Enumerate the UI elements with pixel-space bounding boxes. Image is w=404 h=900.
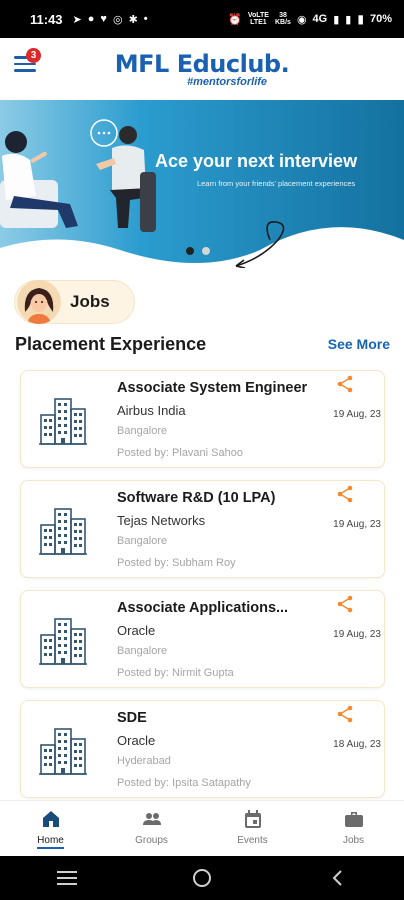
see-more-link[interactable]: See More xyxy=(328,336,390,352)
section-title: Placement Experience xyxy=(15,334,207,354)
card-location: Bangalore xyxy=(117,645,168,657)
signal-icon: ▮ xyxy=(333,13,340,26)
whatsapp-icon: ◎ xyxy=(112,13,123,26)
carousel-dot[interactable] xyxy=(202,247,210,255)
notification-icons: ➤ ● ♥ ◎ ✱ • xyxy=(73,13,148,26)
battery-icon: ▮ xyxy=(357,12,364,26)
placement-card[interactable]: Associate Applications... Oracle Bangalo… xyxy=(20,590,385,688)
settings-icon: ✱ xyxy=(128,13,138,26)
building-icon xyxy=(39,618,87,665)
nav-home-label: Home xyxy=(37,835,64,849)
volte-indicator: VoLTE LTE1 xyxy=(247,12,269,26)
card-company: Oracle xyxy=(117,623,156,638)
app-logo: MFL Educlub. #mentorsforlife xyxy=(0,50,404,88)
chat-bubble-icon: ● xyxy=(87,13,95,25)
card-posted-by: Posted by: Plavani Sahoo xyxy=(117,447,243,459)
building-icon xyxy=(39,508,87,555)
app-header: 3 MFL Educlub. #mentorsforlife xyxy=(0,38,404,100)
jobs-chip-label: Jobs xyxy=(70,292,110,311)
card-date: 18 Aug, 23 xyxy=(333,739,381,750)
speed-indicator: 38 KB/s xyxy=(274,12,291,26)
circle-home-icon xyxy=(192,869,211,887)
woman-avatar-icon xyxy=(17,280,61,324)
nav-home[interactable]: Home xyxy=(0,801,101,856)
jobs-chip[interactable]: Jobs xyxy=(14,280,135,324)
nav-events-label: Events xyxy=(237,835,268,846)
recent-apps-icon xyxy=(57,871,78,885)
placement-card[interactable]: Associate System Engineer Airbus India B… xyxy=(20,370,385,468)
nav-jobs-label: Jobs xyxy=(342,835,365,846)
status-right: ⏰ VoLTE LTE1 38 KB/s ◉ 4G ▮ ▮ ▮ 70% xyxy=(228,12,392,26)
card-company: Airbus India xyxy=(117,403,186,418)
card-date: 19 Aug, 23 xyxy=(333,519,381,530)
promo-banner[interactable]: Ace your next interview Learn from your … xyxy=(0,100,404,268)
card-title: SDE xyxy=(117,710,147,726)
avatar xyxy=(17,280,61,324)
signal-label: 4G xyxy=(312,13,328,25)
system-nav-bar xyxy=(0,856,404,900)
building-icon xyxy=(39,398,87,445)
card-posted-by: Posted by: Nirmit Gupta xyxy=(117,667,234,679)
bottom-nav: Home Groups Events Jobs xyxy=(0,800,404,856)
share-icon[interactable] xyxy=(336,485,354,503)
nav-events[interactable]: Events xyxy=(202,801,303,856)
card-title: Software R&D (10 LPA) xyxy=(117,490,276,506)
share-icon[interactable] xyxy=(336,705,354,723)
alarm-icon: ⏰ xyxy=(228,13,242,26)
back-chevron-icon xyxy=(332,870,342,886)
nav-jobs[interactable]: Jobs xyxy=(303,801,404,856)
card-date: 19 Aug, 23 xyxy=(333,409,381,420)
logo-name: MFL Educlub. xyxy=(114,50,290,78)
card-company: Oracle xyxy=(117,733,156,748)
recent-apps-button[interactable] xyxy=(47,863,87,893)
card-company: Tejas Networks xyxy=(117,513,206,528)
carousel-dot-active[interactable] xyxy=(186,247,194,255)
placement-card[interactable]: Software R&D (10 LPA) Tejas Networks Ban… xyxy=(20,480,385,578)
building-icon xyxy=(39,728,87,775)
groups-icon xyxy=(142,813,161,825)
calendar-icon xyxy=(244,810,261,828)
placement-card[interactable]: SDE Oracle Hyderabad Posted by: Ipsita S… xyxy=(20,700,385,798)
status-time: 11:43 xyxy=(30,11,63,27)
dot-icon: • xyxy=(143,13,148,25)
signal-icon-2: ▮ xyxy=(345,13,352,26)
share-icon[interactable] xyxy=(336,375,354,393)
card-title: Associate System Engineer xyxy=(117,380,308,396)
card-posted-by: Posted by: Subham Roy xyxy=(117,557,236,569)
card-posted-by: Posted by: Ipsita Satapathy xyxy=(117,777,251,789)
card-location: Bangalore xyxy=(117,425,168,437)
back-button[interactable] xyxy=(317,863,357,893)
briefcase-icon xyxy=(344,812,363,827)
battery-percent: 70% xyxy=(369,13,392,25)
card-title: Associate Applications... xyxy=(117,600,289,616)
banner-subtitle: Learn from your friends' placement exper… xyxy=(197,179,356,188)
heart-icon: ♥ xyxy=(100,13,107,25)
hotspot-icon: ◉ xyxy=(296,13,307,26)
home-system-button[interactable] xyxy=(182,863,222,893)
nav-groups-label: Groups xyxy=(135,835,168,846)
banner-title: Ace your next interview xyxy=(155,151,358,171)
logo-tagline: #mentorsforlife xyxy=(186,76,268,88)
nav-groups[interactable]: Groups xyxy=(101,801,202,856)
home-icon xyxy=(42,811,59,827)
telegram-icon: ➤ xyxy=(72,13,82,26)
card-date: 19 Aug, 23 xyxy=(333,629,381,640)
carousel-indicator xyxy=(186,247,210,255)
card-location: Hyderabad xyxy=(117,755,171,767)
share-icon[interactable] xyxy=(336,595,354,613)
card-location: Bangalore xyxy=(117,535,168,547)
status-bar: 11:43 ➤ ● ♥ ◎ ✱ • ⏰ VoLTE LTE1 38 KB/s ◉ 4… xyxy=(0,0,404,38)
